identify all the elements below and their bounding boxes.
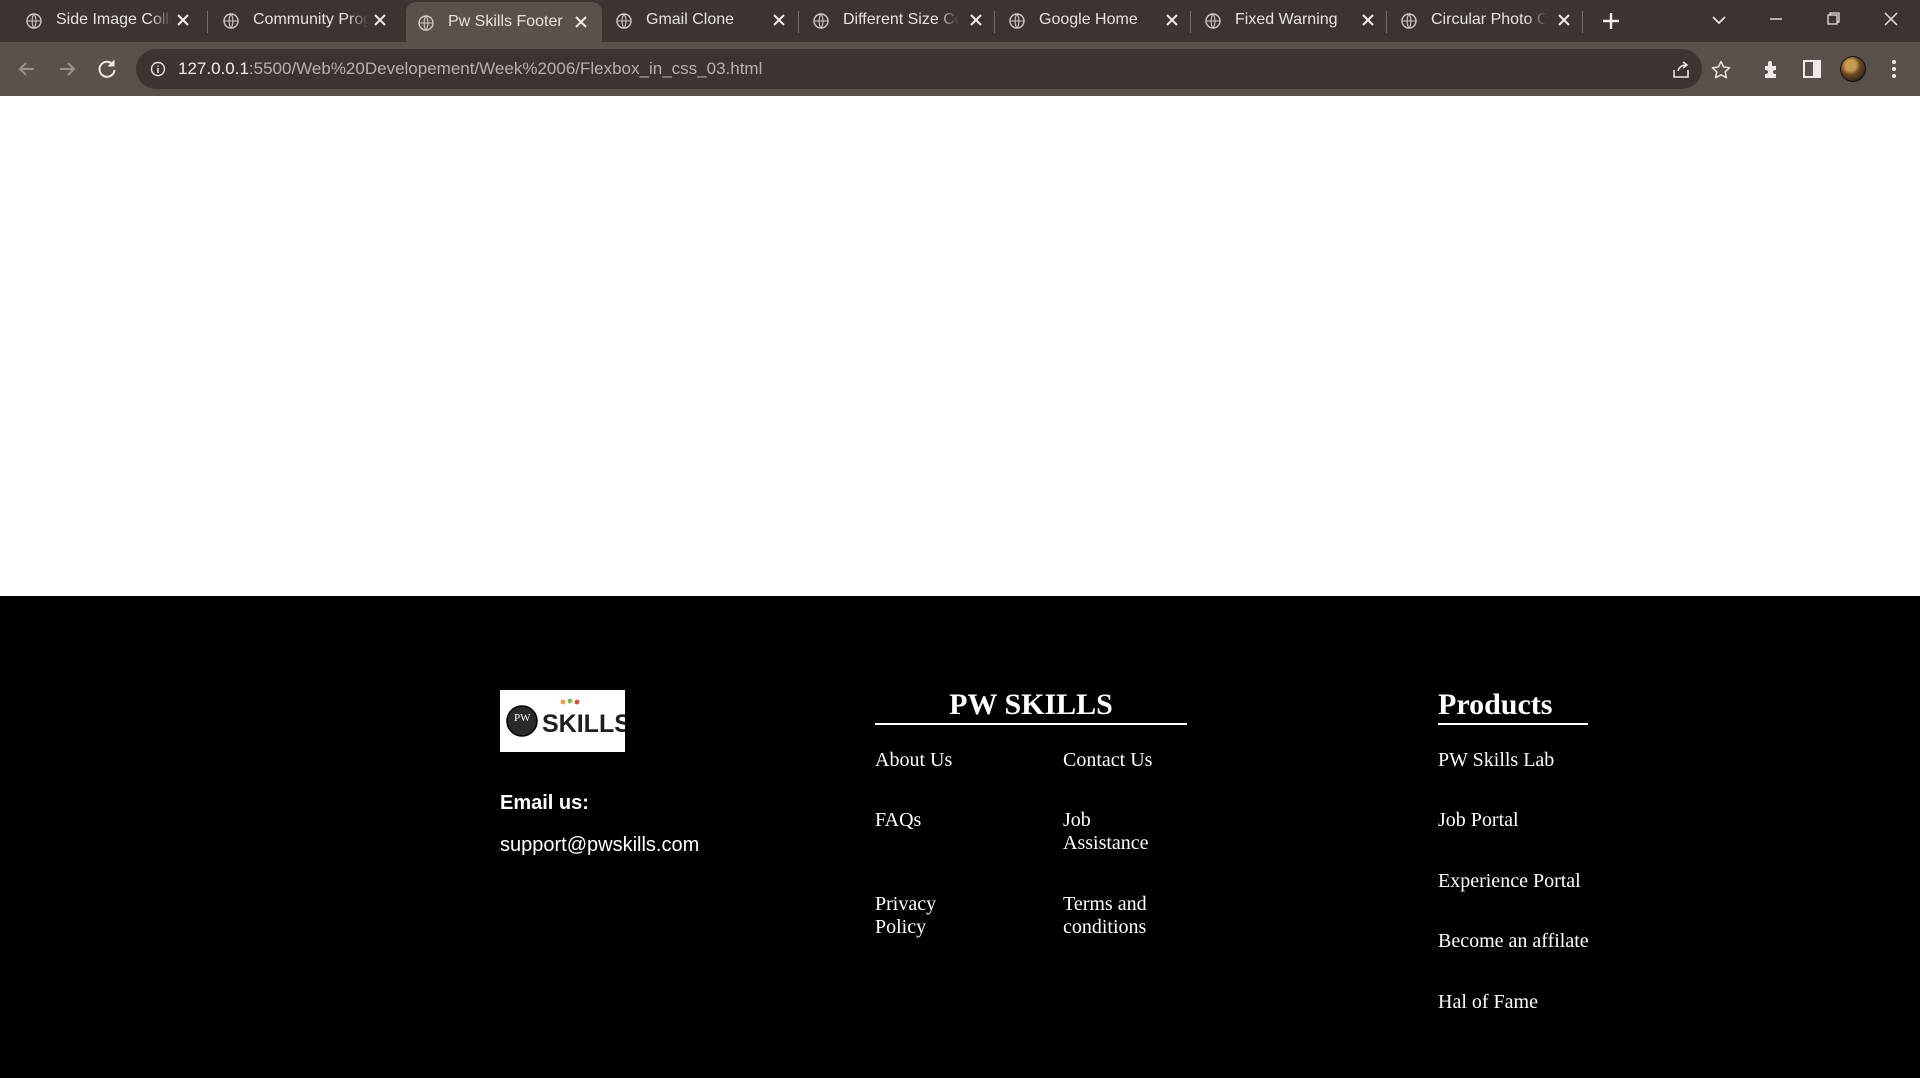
back-button[interactable] <box>13 55 41 83</box>
close-window-icon[interactable] <box>1876 6 1906 32</box>
more-menu-icon[interactable] <box>1882 57 1906 81</box>
new-tab-button[interactable] <box>1598 8 1624 34</box>
tab-circular-photo[interactable]: Circular Photo C <box>1389 0 1585 42</box>
url-host: 127.0.0.1 <box>178 59 249 78</box>
bookmark-star-icon[interactable] <box>1710 59 1732 81</box>
link-pw-skills-lab[interactable]: PW Skills Lab <box>1438 749 1554 772</box>
link-job-portal[interactable]: Job Portal <box>1438 809 1519 832</box>
globe-icon <box>1009 13 1025 29</box>
link-hall-of-fame[interactable]: Hal of Fame <box>1438 991 1538 1014</box>
tab-divider <box>207 11 208 33</box>
tab-divider <box>1386 11 1387 33</box>
minimize-icon[interactable] <box>1761 6 1791 32</box>
tab-different-size-collage[interactable]: Different Size Co <box>801 0 997 42</box>
url-path: :5500/Web%20Developement/Week%2006/Flexb… <box>248 59 763 78</box>
tab-divider <box>1190 11 1191 33</box>
extensions-puzzle-icon[interactable] <box>1760 57 1784 81</box>
close-icon[interactable] <box>1555 11 1573 29</box>
tab-strip: Side Image Colla Community Prog Pw Skill… <box>0 0 1920 42</box>
forward-button[interactable] <box>53 55 81 83</box>
close-icon[interactable] <box>1163 11 1181 29</box>
link-privacy-policy[interactable]: Privacy Policy <box>875 893 965 939</box>
tab-fixed-warning[interactable]: Fixed Warning <box>1193 0 1389 42</box>
close-icon[interactable] <box>770 11 788 29</box>
globe-icon <box>1205 13 1221 29</box>
email-address[interactable]: support@pwskills.com <box>500 834 699 857</box>
close-icon[interactable] <box>371 11 389 29</box>
close-icon[interactable] <box>967 11 985 29</box>
tab-divider <box>798 11 799 33</box>
tab-title: Community Prog <box>253 11 369 28</box>
link-job-assistance[interactable]: Job Assistance <box>1063 809 1163 855</box>
tab-divider <box>994 11 995 33</box>
pw-skills-logo[interactable]: PW SKILLS <box>500 690 631 752</box>
link-contact-us[interactable]: Contact Us <box>1063 749 1163 772</box>
logo-mark-text: PW <box>514 712 531 724</box>
close-icon[interactable] <box>1359 11 1377 29</box>
tab-title: Different Size Co <box>843 11 959 28</box>
link-faqs[interactable]: FAQs <box>875 809 965 832</box>
heading-underline <box>1438 723 1588 725</box>
pw-skills-heading: PW SKILLS <box>949 688 1113 721</box>
link-terms-and-conditions[interactable]: Terms and conditions <box>1063 893 1163 939</box>
globe-icon <box>418 15 434 31</box>
tab-google-home[interactable]: Google Home <box>997 0 1193 42</box>
tab-title: Fixed Warning <box>1235 11 1338 28</box>
heading-underline <box>875 723 1187 725</box>
reload-button[interactable] <box>93 55 121 83</box>
link-become-an-affiliate[interactable]: Become an affilate <box>1438 930 1589 953</box>
info-icon[interactable] <box>150 61 166 77</box>
tab-title: Google Home <box>1039 11 1138 28</box>
email-label: Email us: <box>500 792 589 814</box>
browser-toolbar: 127.0.0.1:5500/Web%20Developement/Week%2… <box>0 42 1920 96</box>
restore-icon[interactable] <box>1818 6 1848 32</box>
side-panel-icon[interactable] <box>1800 57 1824 81</box>
globe-icon <box>223 13 239 29</box>
products-heading: Products <box>1438 688 1553 721</box>
tab-title: Pw Skills Footer <box>448 13 563 30</box>
globe-icon <box>616 13 632 29</box>
close-icon[interactable] <box>174 11 192 29</box>
pw-logo-mark: PW SKILLS <box>506 698 631 738</box>
tab-gmail-clone[interactable]: Gmail Clone <box>604 0 800 42</box>
close-icon[interactable] <box>572 13 590 31</box>
logo-text: SKILLS <box>542 710 625 738</box>
chevron-down-icon[interactable] <box>1708 9 1730 31</box>
globe-icon <box>813 13 829 29</box>
globe-icon <box>1401 13 1417 29</box>
address-bar[interactable]: 127.0.0.1:5500/Web%20Developement/Week%2… <box>136 49 1731 89</box>
tab-side-image-collage[interactable]: Side Image Colla <box>14 0 204 42</box>
tab-divider <box>1582 11 1583 33</box>
tab-title: Gmail Clone <box>646 11 735 28</box>
share-icon[interactable] <box>1670 59 1692 81</box>
tab-title: Side Image Colla <box>56 11 172 28</box>
url-text[interactable]: 127.0.0.1:5500/Web%20Developement/Week%2… <box>178 49 762 89</box>
site-footer: PW SKILLS Email us: support@pwskills.com… <box>0 596 1920 1078</box>
globe-icon <box>26 13 42 29</box>
link-experience-portal[interactable]: Experience Portal <box>1438 870 1581 893</box>
profile-avatar[interactable] <box>1840 56 1866 82</box>
tab-pw-skills-footer[interactable]: Pw Skills Footer <box>406 2 602 42</box>
tab-community-program[interactable]: Community Prog <box>211 0 401 42</box>
link-about-us[interactable]: About Us <box>875 749 965 772</box>
tab-title: Circular Photo C <box>1431 11 1547 28</box>
page-blank-area <box>0 96 1920 596</box>
